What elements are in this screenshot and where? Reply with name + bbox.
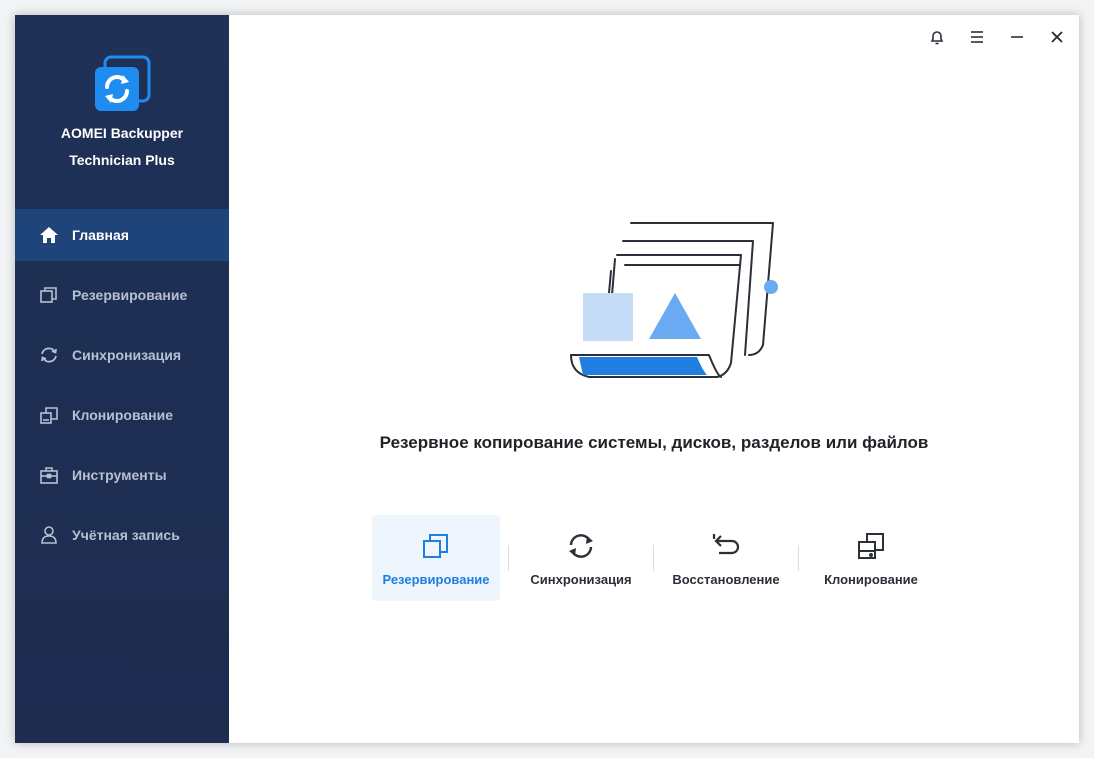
restore-icon [710,530,742,562]
action-label: Резервирование [382,571,490,587]
action-label: Клонирование [824,571,918,587]
sidebar-item-label: Главная [72,227,129,243]
sidebar-item-tools[interactable]: Инструменты [15,449,229,501]
action-backup-button[interactable]: Резервирование [372,515,500,601]
minimize-icon[interactable] [1005,25,1029,49]
tools-icon [39,465,59,485]
sidebar-item-home[interactable]: Главная [15,209,229,261]
app-edition: Technician Plus [69,152,175,168]
account-icon [39,525,59,545]
divider [508,545,509,571]
sidebar-item-sync[interactable]: Синхронизация [15,329,229,381]
main-content: Резервное копирование системы, дисков, р… [229,15,1079,743]
sidebar: AOMEI Backupper Technician Plus Главная … [15,15,229,743]
menu-icon[interactable] [965,25,989,49]
sidebar-item-clone[interactable]: Клонирование [15,389,229,441]
sync-icon [39,345,59,365]
app-logo [93,55,151,113]
action-sync-button[interactable]: Синхронизация [517,515,645,601]
backup-icon [420,530,452,562]
action-restore-button[interactable]: Восстановление [662,515,790,601]
sidebar-nav: Главная Резервирование Синхронизация Кло… [15,209,229,569]
app-name: AOMEI Backupper [60,125,184,141]
sidebar-item-label: Клонирование [72,407,174,423]
clone-icon [855,530,887,562]
sidebar-item-backup[interactable]: Резервирование [15,269,229,321]
app-window: AOMEI Backupper Technician Plus Главная … [15,15,1079,743]
sidebar-item-label: Резервирование [72,287,188,303]
sidebar-item-label: Синхронизация [72,347,182,363]
divider [798,545,799,571]
divider [653,545,654,571]
sidebar-item-account[interactable]: Учётная запись [15,509,229,561]
action-label: Синхронизация [530,571,632,587]
action-clone-button[interactable]: Клонирование [807,515,935,601]
home-icon [39,225,59,245]
bell-icon[interactable] [925,25,949,49]
sidebar-item-label: Учётная запись [72,527,180,543]
sync-icon [565,530,597,562]
quick-actions: Резервирование Синхронизация Восстановле… [372,515,935,601]
backup-icon [39,285,59,305]
clone-icon [39,405,59,425]
backup-illustration [549,215,789,400]
action-label: Восстановление [672,571,780,587]
sidebar-item-label: Инструменты [72,467,167,483]
close-icon[interactable] [1045,25,1069,49]
page-headline: Резервное копирование системы, дисков, р… [379,433,929,452]
